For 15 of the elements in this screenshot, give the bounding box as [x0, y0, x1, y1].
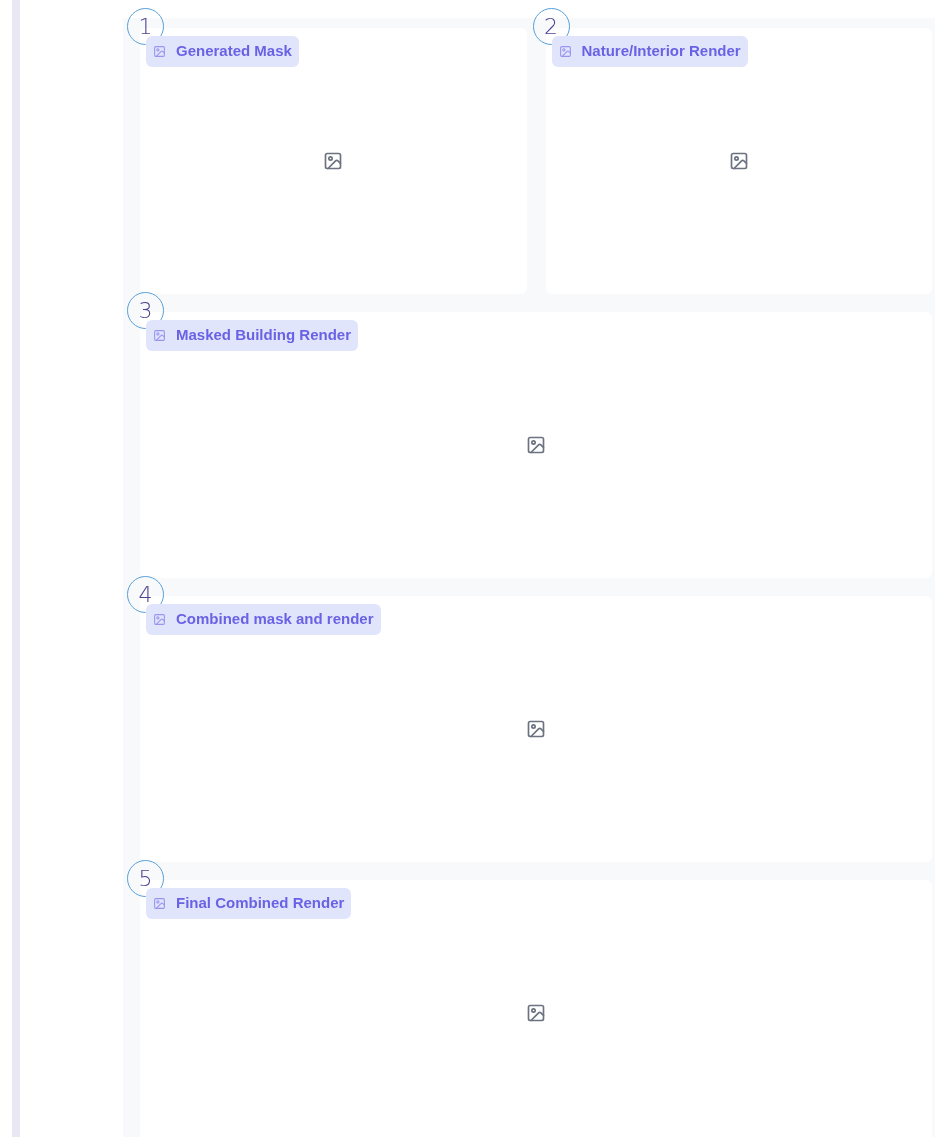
- panel-title-text: Nature/Interior Render: [581, 41, 741, 62]
- image-placeholder-icon: [728, 151, 749, 171]
- image-icon: [153, 45, 166, 58]
- image-placeholder-icon: [526, 435, 546, 455]
- image-placeholder-icon: [526, 1003, 546, 1023]
- panel-title-text: Combined mask and render: [176, 609, 374, 630]
- panel-title-text: Generated Mask: [176, 41, 292, 62]
- image-icon: [153, 897, 166, 910]
- panel-title-text: Masked Building Render: [176, 325, 352, 346]
- image-icon: [153, 613, 166, 626]
- image-placeholder-icon: [323, 151, 344, 171]
- image-icon: [153, 329, 166, 342]
- panel-title-text: Final Combined Render: [176, 893, 345, 914]
- image-icon: [558, 45, 572, 58]
- image-placeholder-icon: [526, 719, 546, 739]
